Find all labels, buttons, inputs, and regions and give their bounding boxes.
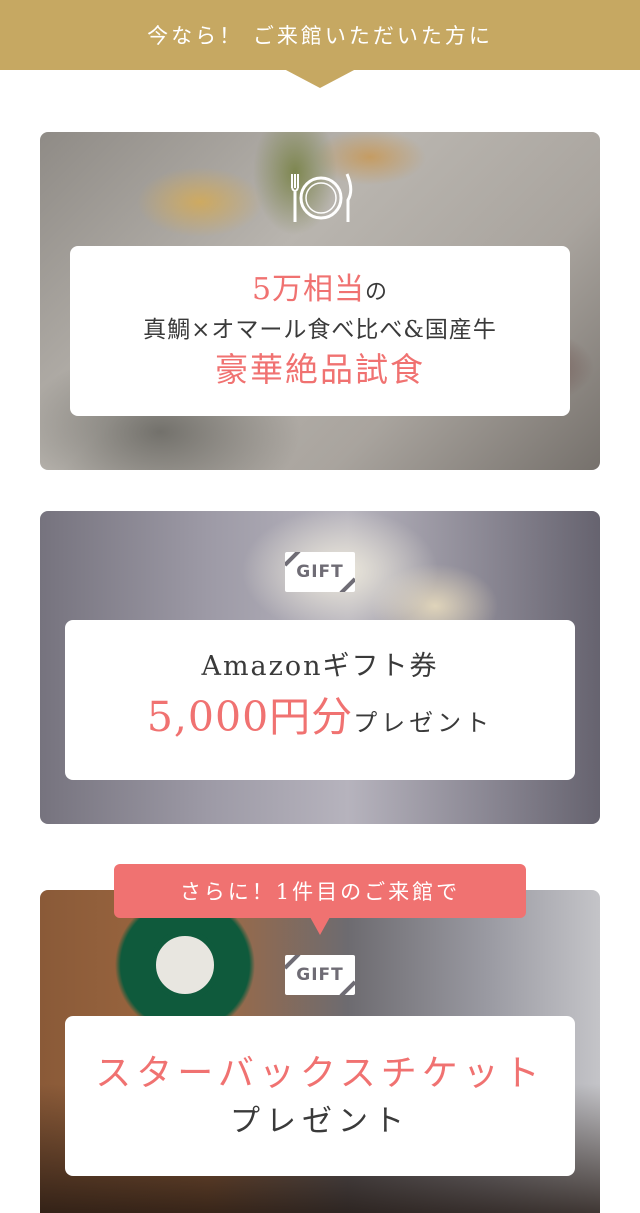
gift-icon: GIFT — [285, 955, 355, 995]
food-title: 豪華絶品試食 — [215, 349, 425, 389]
top-banner-text: 今なら！ ご来館いただいた方に — [147, 24, 493, 48]
starbucks-card: GIFT スターバックスチケット プレゼント — [40, 890, 600, 1213]
starbucks-suffix: プレゼント — [230, 1104, 410, 1139]
extra-bonus-tag: さらに！1件目のご来館で — [114, 864, 526, 918]
amazon-gift-card: GIFT Amazonギフト券 5,000円分プレゼント — [40, 511, 600, 824]
amazon-offer-box: Amazonギフト券 5,000円分プレゼント — [65, 620, 575, 780]
food-value-line: 5万相当の — [252, 270, 388, 313]
amazon-suffix: プレゼント — [353, 709, 494, 737]
plate-cutlery-icon — [291, 173, 353, 222]
top-banner: 今なら！ ご来館いただいた方に — [0, 0, 640, 70]
food-value-label: 5万相当 — [251, 271, 366, 307]
food-menu: 真鯛×オマール食べ比べ&国産牛 — [143, 316, 497, 343]
gift-badge-text: GIFT — [296, 562, 344, 582]
food-offer-box: 5万相当の 真鯛×オマール食べ比べ&国産牛 豪華絶品試食 — [70, 246, 570, 416]
amazon-amount: 5,000円分 — [146, 693, 354, 741]
top-banner-arrow — [284, 69, 356, 88]
food-tasting-card: 5万相当の 真鯛×オマール食べ比べ&国産牛 豪華絶品試食 — [40, 132, 600, 470]
gift-icon: GIFT — [285, 552, 355, 592]
amazon-amount-line: 5,000円分プレゼント — [147, 687, 493, 753]
extra-bonus-text: さらに！1件目のご来館で — [179, 880, 461, 904]
starbucks-title: スターバックスチケット — [95, 1053, 545, 1094]
food-particle: の — [365, 279, 389, 305]
starbucks-offer-box: スターバックスチケット プレゼント — [65, 1016, 575, 1176]
amazon-gift-name: Amazonギフト券 — [201, 651, 439, 682]
gift-badge-text: GIFT — [296, 965, 344, 985]
store-logo-image — [150, 930, 220, 1000]
extra-bonus-arrow — [310, 917, 330, 935]
